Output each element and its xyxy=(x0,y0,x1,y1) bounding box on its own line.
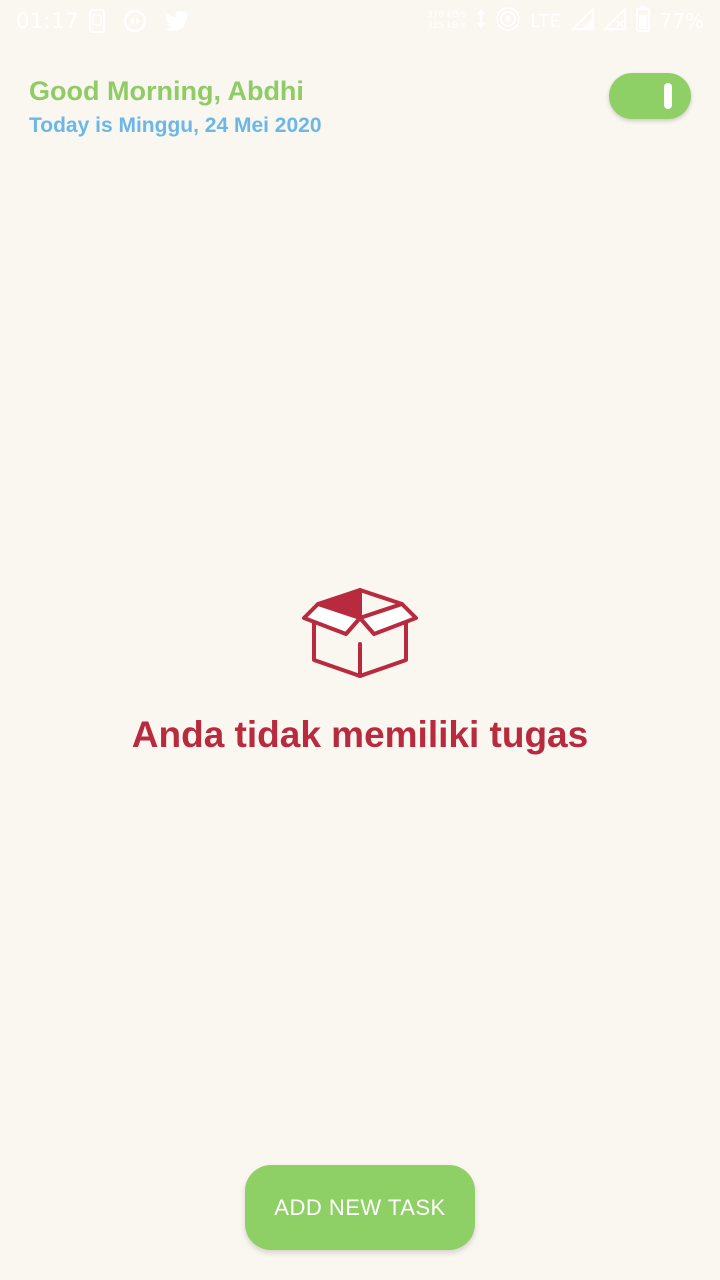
signal-x-icon xyxy=(602,6,626,34)
greeting-title: Good Morning, Abdhi xyxy=(29,76,304,106)
empty-state-message: Anda tidak memiliki tugas xyxy=(131,714,589,755)
open-box-icon xyxy=(300,582,420,682)
date-subtitle: Today is Minggu, 24 Mei 2020 xyxy=(29,114,322,137)
battery-icon xyxy=(635,6,650,36)
add-new-task-button[interactable]: ADD NEW TASK xyxy=(245,1165,475,1250)
battery-percent: 77% xyxy=(659,9,704,33)
sync-icon xyxy=(122,8,148,38)
net-speed: 370 kB/s 325 kB/s xyxy=(427,10,466,32)
twitter-icon xyxy=(164,10,190,36)
net-speed-down: 325 kB/s xyxy=(426,21,467,31)
theme-toggle-switch[interactable] xyxy=(609,73,691,119)
status-time: 01:17 xyxy=(16,9,80,33)
hotspot-icon xyxy=(496,7,520,35)
net-speed-up: 370 kB/s xyxy=(426,10,467,20)
status-right: 370 kB/s 325 kB/s LTE 77% xyxy=(427,6,704,36)
toggle-knob xyxy=(664,83,672,109)
status-bar: 01:17 370 kB/s 325 kB/s LTE 77% xyxy=(0,0,720,44)
signal-icon xyxy=(570,6,594,34)
data-arrows-icon xyxy=(476,8,486,34)
screenshot-icon xyxy=(88,9,106,37)
app-screen: 01:17 370 kB/s 325 kB/s LTE 77% Good Mor… xyxy=(0,0,720,1280)
network-type: LTE xyxy=(530,10,562,32)
status-left-icons xyxy=(88,8,190,38)
